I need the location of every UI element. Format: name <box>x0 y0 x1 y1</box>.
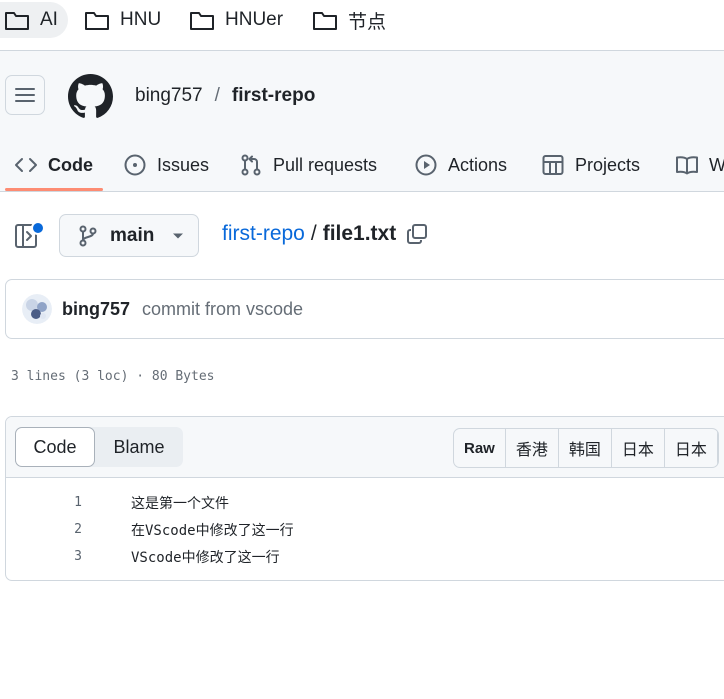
code-line: 2 在VScode中修改了这一行 <box>6 516 724 543</box>
file-viewer: Code Blame Raw 香港 韩国 日本 日本 1 这是第一个文件 2 在… <box>5 416 724 581</box>
tab-issues[interactable]: Issues <box>123 139 209 191</box>
path-separator: / <box>310 222 317 245</box>
line-number[interactable]: 1 <box>6 495 82 510</box>
folder-icon <box>84 9 110 31</box>
blame-view-button[interactable]: Blame <box>95 427 183 467</box>
folder-icon <box>189 9 215 31</box>
code-lines: 1 这是第一个文件 2 在VScode中修改了这一行 3 VScode中修改了这… <box>6 489 724 570</box>
tab-pull-requests[interactable]: Pull requests <box>239 139 377 191</box>
book-icon <box>675 153 699 177</box>
branch-selector[interactable]: main <box>59 214 199 257</box>
tab-projects[interactable]: Projects <box>541 139 640 191</box>
tab-label: Issues <box>157 154 210 175</box>
selected-tab-indicator <box>5 188 103 191</box>
file-path-repo-link[interactable]: first-repo <box>222 222 305 246</box>
file-viewer-header: Code Blame Raw 香港 韩国 日本 日本 <box>6 417 724 478</box>
line-number[interactable]: 3 <box>6 549 82 564</box>
file-actions-group: Raw 香港 韩国 日本 日本 <box>453 428 719 468</box>
repo-tabs: Code Issues Pull requests Actions Projec… <box>0 139 724 191</box>
github-logo-icon[interactable] <box>68 74 113 119</box>
hongkong-button[interactable]: 香港 <box>506 429 559 467</box>
code-view-button[interactable]: Code <box>15 427 95 467</box>
view-mode-toggle: Code Blame <box>15 427 183 467</box>
table-icon <box>541 153 565 177</box>
folder-icon <box>312 9 338 31</box>
caret-down-icon <box>172 232 184 240</box>
bookmark-hnu[interactable]: HNU <box>84 2 161 38</box>
tab-wiki[interactable]: W <box>675 139 724 191</box>
avatar[interactable] <box>22 294 52 324</box>
bookmark-ai[interactable]: AI <box>0 2 68 38</box>
repo-header: bing757 / first-repo Code Issues Pull re… <box>0 51 724 192</box>
line-text: VScode中修改了这一行 <box>131 549 280 566</box>
line-text: 这是第一个文件 <box>131 495 229 512</box>
korea-button[interactable]: 韩国 <box>559 429 612 467</box>
file-breadcrumb: first-repo / file1.txt <box>222 222 428 246</box>
bookmarks-bar: AI HNU HNUer 节点 <box>0 0 724 51</box>
tab-label: Projects <box>575 154 641 175</box>
line-text: 在VScode中修改了这一行 <box>131 522 294 539</box>
tab-label: Pull requests <box>273 154 378 175</box>
bookmark-label: HNUer <box>225 9 284 30</box>
tab-code[interactable]: Code <box>14 139 93 191</box>
tab-label: Actions <box>448 154 508 175</box>
bookmark-label: AI <box>40 9 58 30</box>
tab-label: W <box>709 154 724 175</box>
bookmark-hnuer[interactable]: HNUer <box>189 2 283 38</box>
bookmark-label: HNU <box>120 9 162 30</box>
bookmark-node[interactable]: 节点 <box>312 2 386 38</box>
notification-dot <box>31 221 45 235</box>
file-name: file1.txt <box>322 222 397 245</box>
folder-icon <box>4 9 30 31</box>
japan-button-2[interactable]: 日本 <box>665 429 718 467</box>
commit-author[interactable]: bing757 <box>62 299 130 320</box>
repo-name-link[interactable]: first-repo <box>232 85 315 107</box>
bookmark-label: 节点 <box>348 11 387 33</box>
issue-icon <box>123 153 147 177</box>
pull-request-icon <box>239 153 263 177</box>
japan-button[interactable]: 日本 <box>612 429 665 467</box>
repo-breadcrumb: bing757 / first-repo <box>135 85 315 107</box>
code-icon <box>14 153 38 177</box>
commit-message[interactable]: commit from vscode <box>142 299 303 320</box>
tab-actions[interactable]: Actions <box>414 139 507 191</box>
branch-name: main <box>110 224 155 246</box>
line-number[interactable]: 2 <box>6 522 82 537</box>
code-line: 1 这是第一个文件 <box>6 489 724 516</box>
file-meta: 3 lines (3 loc) · 80 Bytes <box>11 369 215 384</box>
copy-icon[interactable] <box>406 223 428 245</box>
git-branch-icon <box>78 225 98 247</box>
play-icon <box>414 153 438 177</box>
latest-commit-box: bing757 commit from vscode <box>5 279 724 339</box>
repo-owner-link[interactable]: bing757 <box>135 85 203 107</box>
menu-button[interactable] <box>5 75 45 115</box>
breadcrumb-separator: / <box>214 85 220 106</box>
raw-button[interactable]: Raw <box>454 429 506 467</box>
hamburger-icon <box>15 87 35 103</box>
code-line: 3 VScode中修改了这一行 <box>6 543 724 570</box>
tab-label: Code <box>48 154 93 175</box>
